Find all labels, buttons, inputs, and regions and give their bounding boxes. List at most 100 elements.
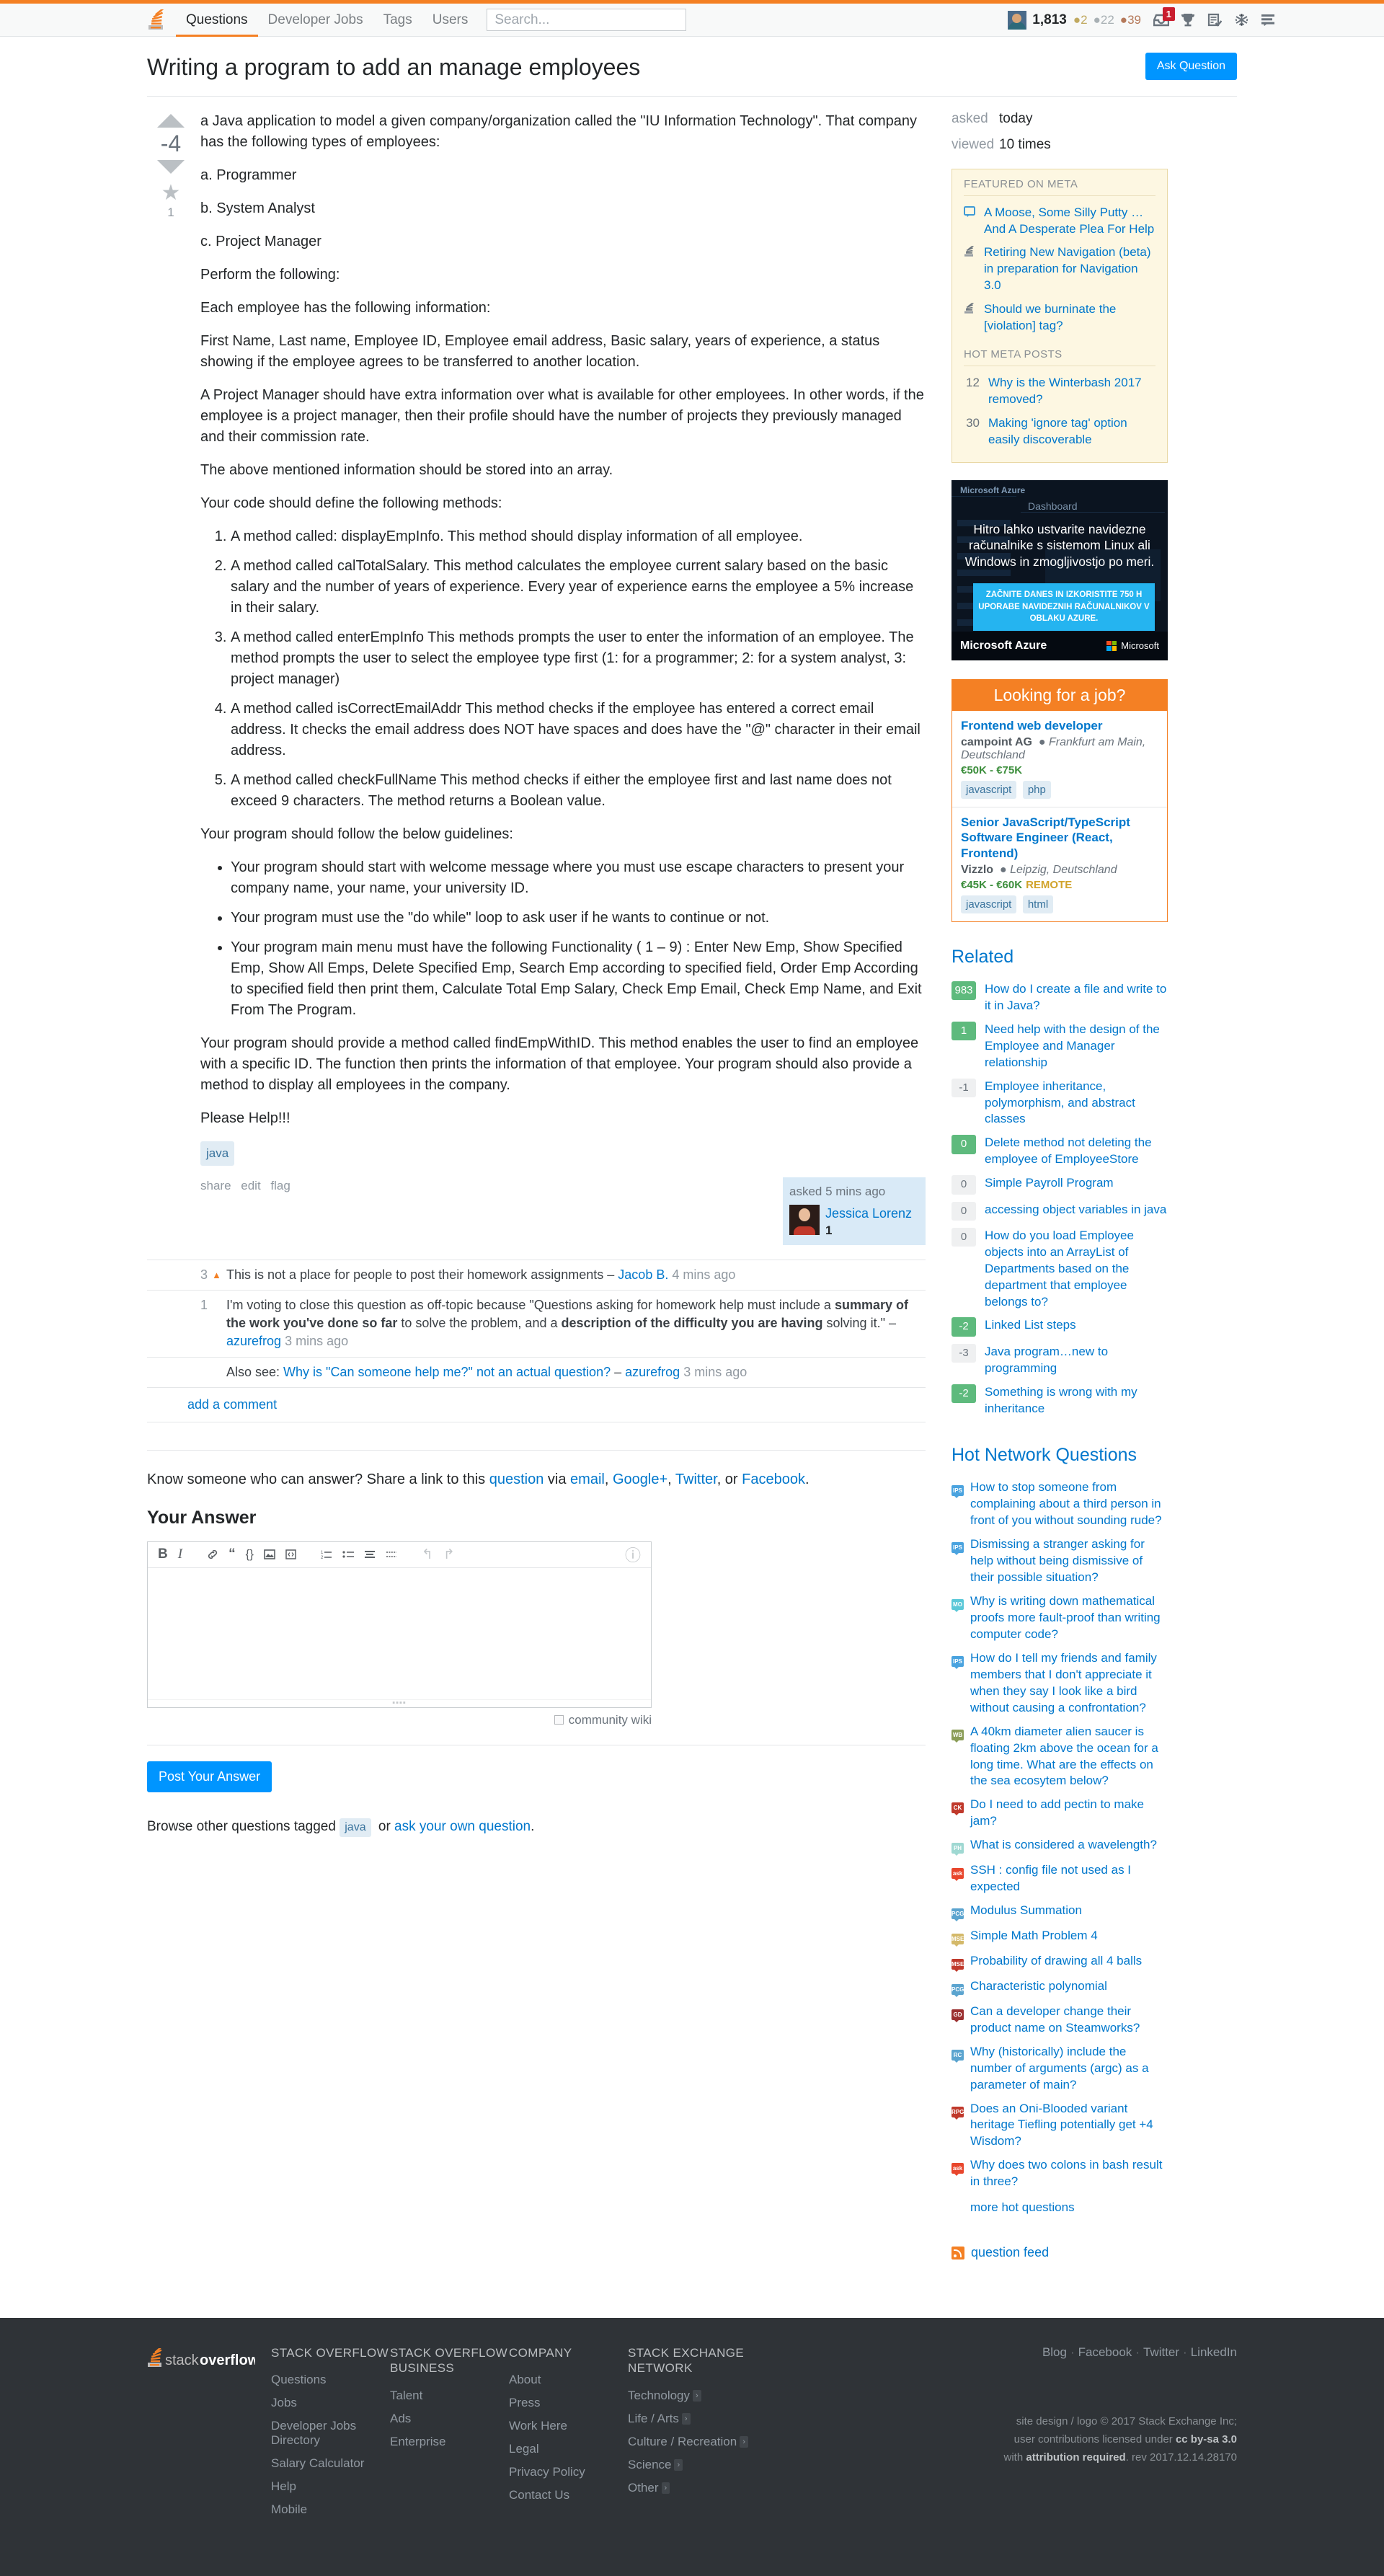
footer-link-work-here[interactable]: Work Here: [509, 2419, 628, 2433]
avatar[interactable]: [789, 1204, 820, 1235]
related-link[interactable]: Employee inheritance, polymorphism, and …: [985, 1079, 1168, 1128]
blockquote-icon[interactable]: “: [229, 1546, 236, 1562]
footer-link-talent[interactable]: Talent: [390, 2389, 509, 2403]
downvote-button[interactable]: [157, 160, 185, 174]
footer-link-salary-calculator[interactable]: Salary Calculator: [271, 2456, 390, 2471]
meta-link[interactable]: Should we burninate the [violation] tag?: [984, 301, 1155, 335]
footer-link-mobile[interactable]: Mobile: [271, 2502, 390, 2517]
reputation-count[interactable]: 1,813: [1032, 12, 1067, 28]
hot-question-link[interactable]: How do I tell my friends and family memb…: [970, 1650, 1168, 1717]
hot-question-link[interactable]: SSH : config file not used as I expected: [970, 1862, 1168, 1895]
ask-own-question-link[interactable]: ask your own question: [394, 1819, 531, 1834]
favorite-star-icon[interactable]: ★: [147, 182, 195, 204]
community-wiki-checkbox[interactable]: [554, 1715, 564, 1725]
footer-network-culture-recreation[interactable]: Culture / Recreation: [628, 2435, 737, 2449]
comment-link[interactable]: Why is "Can someone help me?" not an act…: [283, 1365, 611, 1379]
hot-question-link[interactable]: Do I need to add pectin to make jam?: [970, 1797, 1168, 1830]
job-tag[interactable]: javascript: [961, 780, 1017, 799]
chevron-right-icon[interactable]: ›: [740, 2436, 748, 2448]
footer-link-ads[interactable]: Ads: [390, 2412, 509, 2426]
share-question-link[interactable]: question: [489, 1471, 544, 1487]
flag-link[interactable]: flag: [270, 1179, 290, 1192]
related-link[interactable]: Java program…new to programming: [985, 1344, 1168, 1377]
bulleted-list-icon[interactable]: [342, 1549, 354, 1559]
numbered-list-icon[interactable]: 12: [321, 1549, 332, 1559]
italic-icon[interactable]: I: [178, 1546, 182, 1562]
job-title[interactable]: Senior JavaScript/TypeScript Software En…: [961, 815, 1158, 862]
related-link[interactable]: accessing object variables in java: [985, 1202, 1168, 1218]
related-link[interactable]: How do you load Employee objects into an…: [985, 1228, 1168, 1311]
image-icon[interactable]: [264, 1549, 275, 1559]
share-googleplus-link[interactable]: Google+: [613, 1471, 667, 1487]
tag-java[interactable]: java: [200, 1141, 235, 1167]
footer-network-life-arts[interactable]: Life / Arts: [628, 2412, 679, 2426]
chevron-right-icon[interactable]: ›: [693, 2390, 701, 2402]
related-link[interactable]: Simple Payroll Program: [985, 1175, 1168, 1192]
owner-username[interactable]: Jessica Lorenz: [825, 1206, 912, 1221]
related-link[interactable]: Delete method not deleting the employee …: [985, 1135, 1168, 1168]
stackoverflow-logo-icon[interactable]: [147, 4, 176, 36]
nav-item-users[interactable]: Users: [422, 4, 479, 36]
job-title[interactable]: Frontend web developer: [961, 718, 1158, 734]
chevron-right-icon[interactable]: ›: [674, 2459, 683, 2471]
ad-cta-banner[interactable]: ZAČNITE DANES IN IZKORISTITE 750 H UPORA…: [973, 583, 1155, 631]
job-tag[interactable]: html: [1022, 895, 1054, 913]
resize-grip[interactable]: ▪▪▪▪: [148, 1699, 651, 1707]
share-twitter-link[interactable]: Twitter: [675, 1471, 717, 1487]
footer-link-about[interactable]: About: [509, 2373, 628, 2387]
code-icon[interactable]: {}: [246, 1547, 254, 1562]
upvote-button[interactable]: [157, 113, 185, 128]
code-block-icon[interactable]: [285, 1549, 296, 1559]
footer-network-other[interactable]: Other: [628, 2481, 659, 2495]
chat-icon[interactable]: [1256, 9, 1280, 31]
bold-icon[interactable]: B: [158, 1546, 168, 1562]
redo-icon[interactable]: ↱: [443, 1546, 455, 1563]
share-email-link[interactable]: email: [570, 1471, 605, 1487]
job-tag[interactable]: javascript: [961, 895, 1017, 913]
hot-question-link[interactable]: Does an Oni-Blooded variant heritage Tie…: [970, 2101, 1168, 2151]
snowflake-icon[interactable]: [1229, 9, 1254, 31]
related-link[interactable]: Something is wrong with my inheritance: [985, 1384, 1168, 1417]
hot-question-link[interactable]: Probability of drawing all 4 balls: [970, 1953, 1168, 1970]
search-input[interactable]: Search...: [487, 9, 687, 31]
link-icon[interactable]: [207, 1549, 218, 1560]
footer-link-enterprise[interactable]: Enterprise: [390, 2435, 509, 2449]
comment-author[interactable]: Jacob B.: [618, 1267, 668, 1282]
silver-badge-count[interactable]: ●22: [1094, 13, 1114, 27]
add-comment-link[interactable]: add a comment: [187, 1397, 277, 1412]
trophy-icon[interactable]: [1176, 9, 1200, 31]
undo-icon[interactable]: ↰: [422, 1546, 433, 1563]
related-link[interactable]: Need help with the design of the Employe…: [985, 1022, 1168, 1071]
hot-question-link[interactable]: What is considered a wavelength?: [970, 1837, 1168, 1854]
footer-link-legal[interactable]: Legal: [509, 2442, 628, 2456]
footer-link-help[interactable]: Help: [271, 2479, 390, 2494]
hot-question-link[interactable]: Why (historically) include the number of…: [970, 2044, 1168, 2094]
footer-link-contact-us[interactable]: Contact Us: [509, 2488, 628, 2502]
comment-author[interactable]: azurefrog: [625, 1365, 680, 1379]
horizontal-rule-icon[interactable]: [386, 1549, 397, 1559]
hot-question-link[interactable]: Characteristic polynomial: [970, 1978, 1168, 1995]
answer-textarea[interactable]: [148, 1567, 651, 1699]
related-link[interactable]: How do I create a file and write to it i…: [985, 981, 1168, 1014]
hot-question-link[interactable]: Can a developer change their product nam…: [970, 2004, 1168, 2037]
heading-icon[interactable]: [364, 1549, 376, 1559]
footer-network-science[interactable]: Science: [628, 2458, 671, 2472]
hot-question-link[interactable]: Why does two colons in bash result in th…: [970, 2157, 1168, 2190]
chevron-right-icon[interactable]: ›: [661, 2482, 670, 2495]
post-answer-button[interactable]: Post Your Answer: [147, 1761, 272, 1792]
hot-question-link[interactable]: Dismissing a stranger asking for help wi…: [970, 1536, 1168, 1586]
tag-java[interactable]: java: [340, 1818, 371, 1837]
footer-link-press[interactable]: Press: [509, 2396, 628, 2410]
footer-link-privacy-policy[interactable]: Privacy Policy: [509, 2465, 628, 2479]
help-icon[interactable]: ⓘ: [625, 1543, 641, 1566]
footer-social-twitter[interactable]: Twitter: [1143, 2345, 1179, 2359]
job-tag[interactable]: php: [1022, 780, 1051, 799]
comment-upvote-icon[interactable]: ▲: [212, 1266, 226, 1284]
nav-item-questions[interactable]: Questions: [176, 4, 258, 37]
footer-social-linkedin[interactable]: LinkedIn: [1191, 2345, 1237, 2359]
hot-question-link[interactable]: Why is writing down mathematical proofs …: [970, 1593, 1168, 1643]
meta-link[interactable]: Retiring New Navigation (beta) in prepar…: [984, 244, 1155, 294]
footer-link-developer-jobs-directory[interactable]: Developer Jobs Directory: [271, 2419, 390, 2448]
more-hot-questions-link[interactable]: more hot questions: [970, 2200, 1075, 2214]
hot-question-link[interactable]: A 40km diameter alien saucer is floating…: [970, 1724, 1168, 1790]
